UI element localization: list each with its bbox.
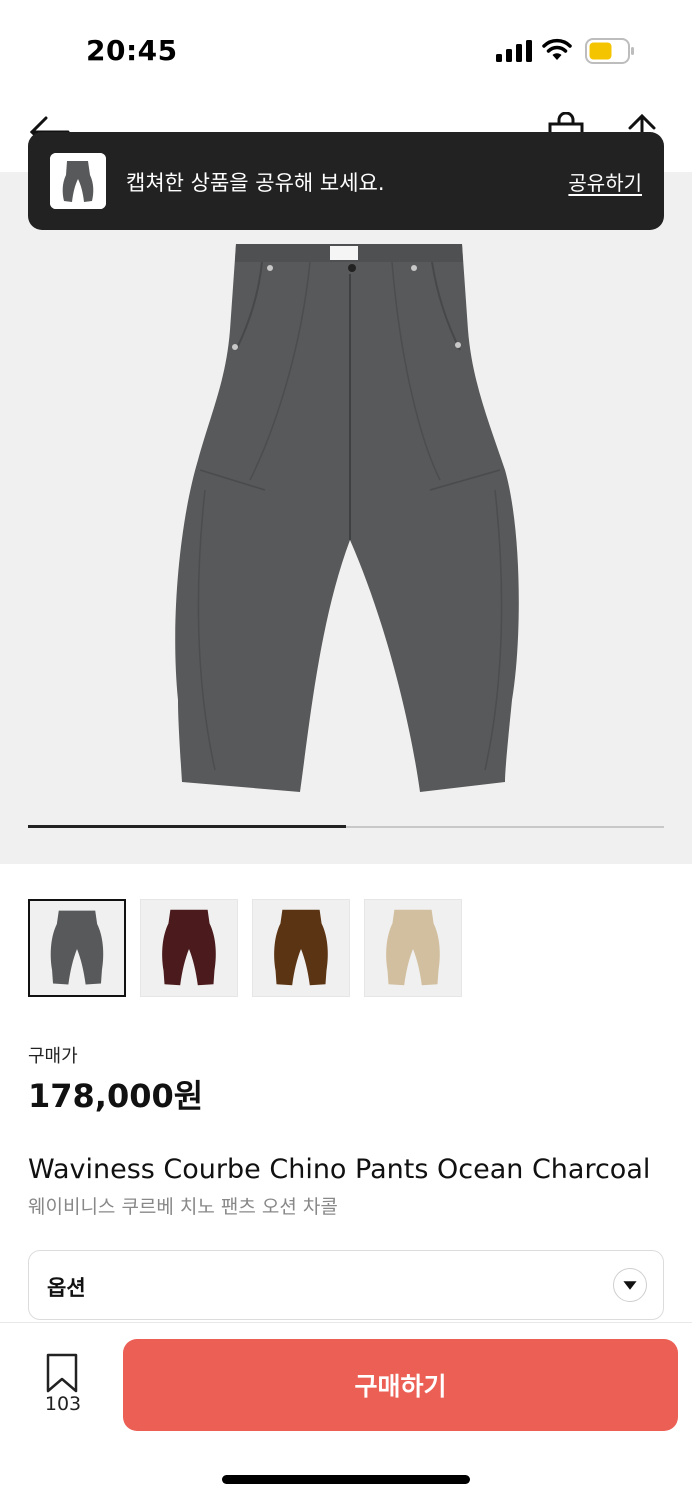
color-thumbnail-list bbox=[28, 899, 462, 997]
toast-share-link[interactable]: 공유하기 bbox=[568, 167, 642, 196]
chevron-down-icon bbox=[613, 1268, 647, 1302]
wifi-icon bbox=[542, 38, 572, 60]
bookmark-icon[interactable] bbox=[44, 1353, 80, 1393]
gallery-scroll-progress bbox=[28, 825, 346, 828]
gallery-scroll-track bbox=[28, 825, 664, 828]
color-thumbnail-image bbox=[386, 909, 440, 986]
color-thumbnail-brown[interactable] bbox=[252, 899, 350, 997]
status-bar: 20:45 bbox=[0, 0, 692, 100]
bottom-action-bar: 103 구매하기 bbox=[0, 1322, 692, 1500]
toast-message: 캡쳐한 상품을 공유해 보세요. bbox=[126, 171, 385, 195]
product-image-gallery[interactable] bbox=[0, 172, 692, 864]
color-thumbnail-charcoal[interactable] bbox=[28, 899, 126, 997]
option-label: 옵션 bbox=[47, 1276, 86, 1300]
share-toast: 캡쳐한 상품을 공유해 보세요. 공유하기 bbox=[28, 132, 664, 230]
price-value: 178,000원 bbox=[28, 1077, 204, 1115]
bookmark-count: 103 bbox=[44, 1393, 82, 1415]
color-thumbnail-image bbox=[50, 910, 104, 985]
color-thumbnail-beige[interactable] bbox=[364, 899, 462, 997]
home-indicator bbox=[222, 1475, 470, 1484]
color-thumbnail-burgundy[interactable] bbox=[140, 899, 238, 997]
product-image bbox=[175, 244, 519, 792]
buy-button[interactable]: 구매하기 bbox=[123, 1339, 678, 1431]
toast-product-thumbnail bbox=[50, 153, 106, 209]
signal-icon bbox=[496, 40, 532, 62]
product-name-ko: 웨이비니스 쿠르베 치노 팬츠 오션 차콜 bbox=[28, 1196, 338, 1218]
color-thumbnail-image bbox=[162, 909, 216, 986]
status-time: 20:45 bbox=[86, 34, 178, 67]
battery-icon bbox=[585, 38, 634, 64]
price-label: 구매가 bbox=[28, 1046, 78, 1067]
color-thumbnail-image bbox=[274, 909, 328, 986]
option-select[interactable]: 옵션 bbox=[28, 1250, 664, 1320]
product-name-en: Waviness Courbe Chino Pants Ocean Charco… bbox=[28, 1154, 651, 1185]
